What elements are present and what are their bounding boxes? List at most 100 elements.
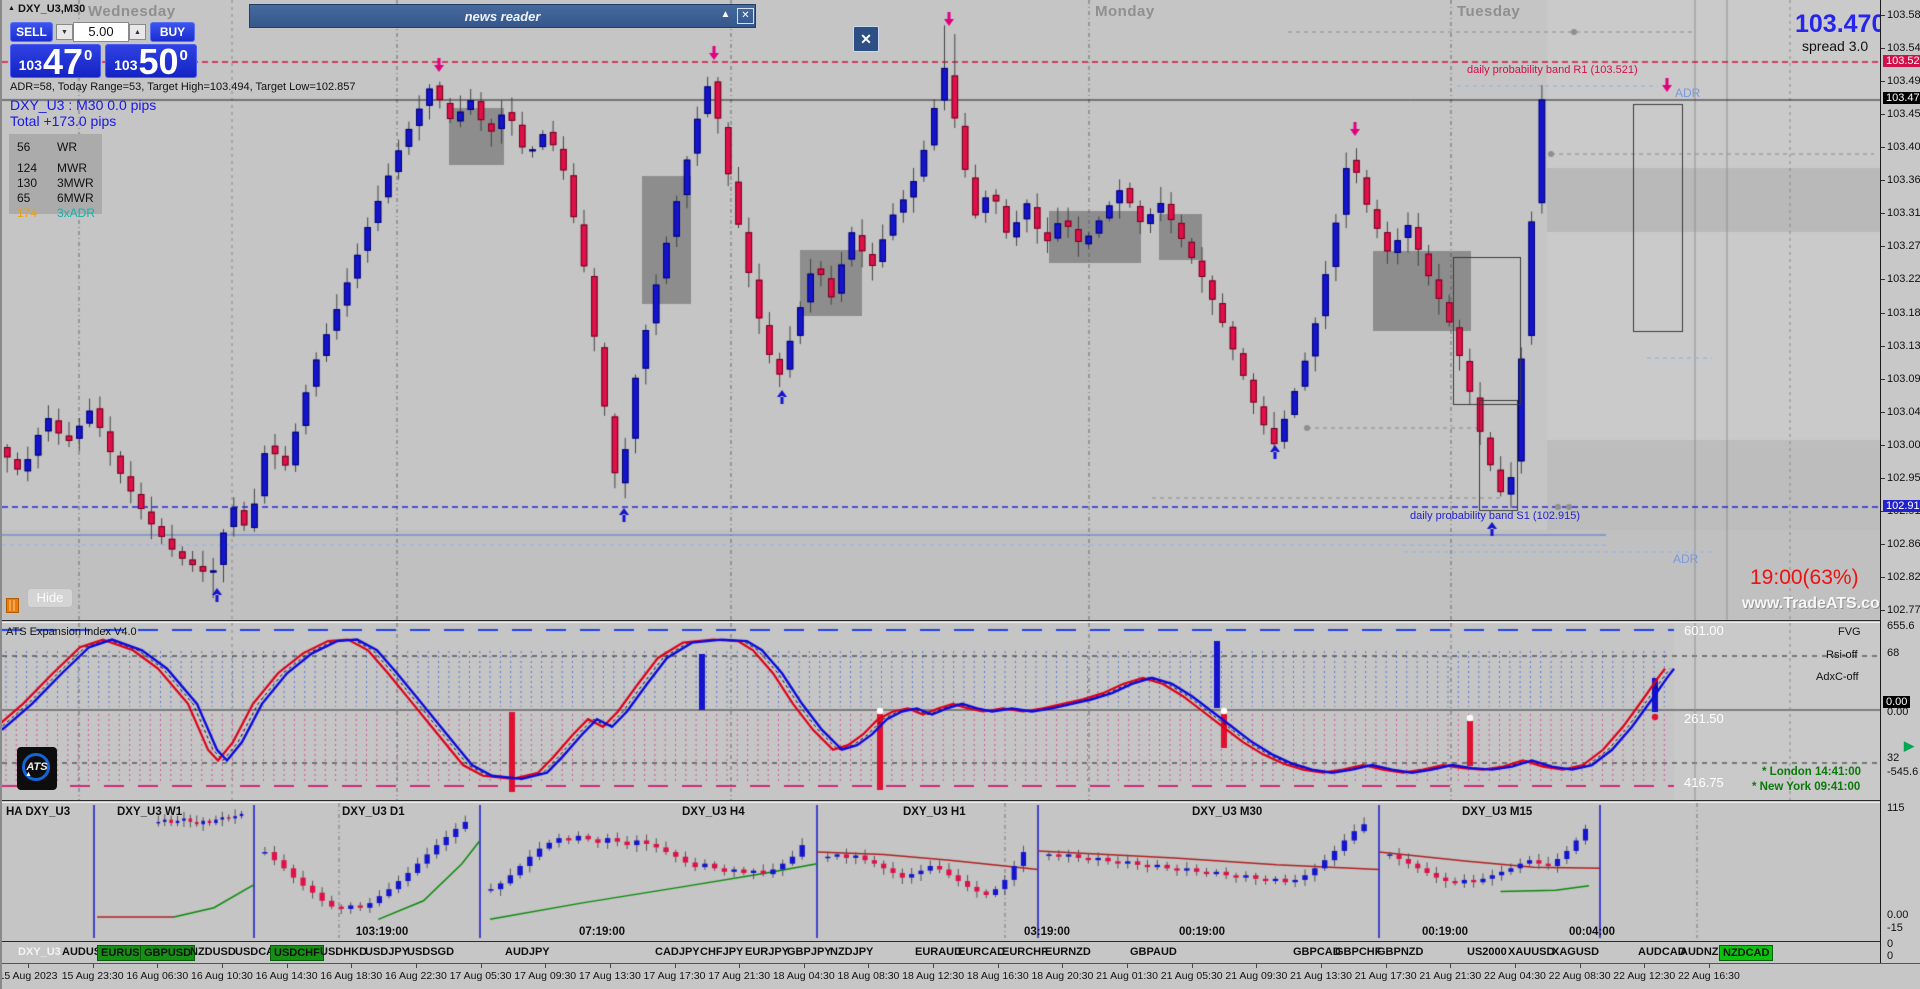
stat-label: WR [57, 140, 77, 154]
hide-button[interactable]: Hide [27, 588, 73, 608]
price-tick [1881, 610, 1885, 611]
time-label: 15 Aug 2023 [0, 970, 57, 982]
minichart-axis-label: 115 [1887, 802, 1905, 814]
time-tick [351, 964, 352, 968]
price-tick [1881, 445, 1885, 446]
price-tick-label: 103.225 [1887, 273, 1920, 285]
price-tick-label: 103.450 [1887, 108, 1920, 120]
minichart-label-w1[interactable]: DXY_U3 W1 [117, 806, 182, 818]
sell-quote-box[interactable]: 103 47 0 [10, 44, 101, 78]
symbol-tab-audjpy[interactable]: AUDJPY [502, 945, 553, 959]
time-tick [1062, 964, 1063, 968]
current-price-display: 103.470 [1795, 10, 1885, 39]
main-price-chart[interactable] [2, 0, 1880, 623]
minichart-label-h4[interactable]: DXY_U3 H4 [682, 806, 745, 818]
symbol-tab-gbpaud[interactable]: GBPAUD [1127, 945, 1180, 959]
price-tick-label: 103.000 [1887, 439, 1920, 451]
time-label: 21 Aug 09:30 [1225, 970, 1287, 982]
sell-price-point: 0 [84, 47, 92, 64]
minichart-label-m30[interactable]: DXY_U3 M30 [1192, 806, 1262, 818]
indicator-toggle-icon[interactable] [6, 598, 19, 613]
time-label: 18 Aug 12:30 [902, 970, 964, 982]
symbol-tab-eurnzd[interactable]: EURNZD [1042, 945, 1094, 959]
day-label-tuesday: Tuesday [1457, 3, 1520, 20]
time-tick [1192, 964, 1193, 968]
time-axis[interactable]: 15 Aug 202315 Aug 23:3016 Aug 06:3016 Au… [2, 963, 1920, 989]
time-tick [416, 964, 417, 968]
ats-logo-triangle-icon: ▲ [25, 771, 32, 778]
sell-price-pips: 47 [43, 47, 83, 77]
symbol-tab-chfjpy[interactable]: CHFJPY [697, 945, 746, 959]
price-tick-label: 102.820 [1887, 571, 1920, 583]
price-tick-label: 103.045 [1887, 406, 1920, 418]
news-reader-titlebar[interactable]: news reader ▲ ✕ [249, 4, 756, 28]
candle-countdown: 03:19:00 [1024, 926, 1070, 938]
symbol-tab-us2000[interactable]: US2000 [1464, 945, 1510, 959]
minichart-label-h1[interactable]: DXY_U3 H1 [903, 806, 966, 818]
indicator-level-bottom: 416.75 [1684, 775, 1724, 790]
price-tick [1881, 478, 1885, 479]
price-tick-label: 103.315 [1887, 207, 1920, 219]
price-tick-label: 103.540 [1887, 42, 1920, 54]
symbol-tab-nzdcad[interactable]: NZDCAD [1719, 945, 1773, 961]
buy-button[interactable]: BUY [150, 22, 195, 42]
buy-price-handle: 103 [114, 57, 137, 73]
sell-button[interactable]: SELL [10, 22, 53, 42]
time-label: 16 Aug 14:30 [256, 970, 318, 982]
volume-increase-spinner[interactable]: ▲ [129, 24, 146, 40]
candle-countdown: 00:04:00 [1569, 926, 1615, 938]
price-tick [1881, 313, 1885, 314]
close-icon[interactable]: ✕ [853, 26, 879, 52]
expansion-index-chart[interactable] [2, 623, 1880, 800]
panel-divider[interactable] [2, 620, 1880, 623]
time-tick [287, 964, 288, 968]
time-tick [1386, 964, 1387, 968]
symbol-tab-dxy_u3[interactable]: DXY_U3 [15, 945, 64, 959]
volume-input[interactable]: 5.00 [73, 22, 129, 42]
time-label: 18 Aug 16:30 [967, 970, 1029, 982]
minichart-label-m15[interactable]: DXY_U3 M15 [1462, 806, 1532, 818]
time-label: 17 Aug 09:30 [514, 970, 576, 982]
collapse-triangle-icon[interactable]: ▲ [8, 5, 15, 12]
time-tick [1450, 964, 1451, 968]
time-tick [675, 964, 676, 968]
price-tick-label: 103.360 [1887, 174, 1920, 186]
news-reader-minimize-icon[interactable]: ▲ [718, 8, 733, 22]
indicator-axis-label: 32 [1887, 752, 1899, 764]
stat-value: 56 [17, 140, 30, 154]
symbol-tab-xagusd[interactable]: XAGUSD [1549, 945, 1602, 959]
minichart-label-d1[interactable]: DXY_U3 D1 [342, 806, 405, 818]
stat-label: MWR [57, 161, 87, 175]
symbol-tab-nzdjpy[interactable]: NZDJPY [827, 945, 876, 959]
buy-quote-box[interactable]: 103 50 0 [105, 44, 197, 78]
time-label: 21 Aug 05:30 [1161, 970, 1223, 982]
price-axis[interactable]: 103.585103.540103.495103.450103.405103.3… [1880, 0, 1920, 963]
time-label: 21 Aug 13:30 [1290, 970, 1352, 982]
adr-top-label: ADR [1675, 86, 1700, 100]
scroll-to-end-icon[interactable]: ▶ [1904, 738, 1914, 754]
pips-line: DXY_U3 : M30 0.0 pips [10, 97, 156, 113]
time-label: 22 Aug 04:30 [1484, 970, 1546, 982]
symbol-tab-usdsgd[interactable]: USDSGD [404, 945, 457, 959]
indicator-setting-fvg[interactable]: FVG [1838, 626, 1861, 638]
time-tick [545, 964, 546, 968]
price-tick-label: 102.775 [1887, 604, 1920, 616]
time-label: 17 Aug 05:30 [450, 970, 512, 982]
time-tick [868, 964, 869, 968]
adr-info-line: ADR=58, Today Range=53, Target High=103.… [10, 81, 356, 93]
time-tick [481, 964, 482, 968]
indicator-setting-adxc-off[interactable]: AdxC-off [1816, 671, 1859, 683]
symbol-tab-cadjpy[interactable]: CADJPY [652, 945, 703, 959]
indicator-setting-rsi-off[interactable]: Rsi-off [1826, 649, 1858, 661]
news-reader-close-icon[interactable]: ✕ [737, 8, 754, 24]
multi-timeframe-minicharts[interactable] [2, 803, 1880, 941]
volume-decrease-spinner[interactable]: ▼ [56, 24, 73, 40]
symbol-tab-usdchf[interactable]: USDCHF [270, 945, 324, 961]
symbol-tab-gbpnzd[interactable]: GBPNZD [1374, 945, 1426, 959]
time-label: 21 Aug 17:30 [1355, 970, 1417, 982]
price-tick-label: 103.270 [1887, 240, 1920, 252]
time-tick [1256, 964, 1257, 968]
minichart-axis-label: 0.00 [1887, 909, 1908, 921]
panel-divider[interactable] [2, 800, 1880, 803]
day-label-wednesday: Wednesday [88, 3, 176, 20]
